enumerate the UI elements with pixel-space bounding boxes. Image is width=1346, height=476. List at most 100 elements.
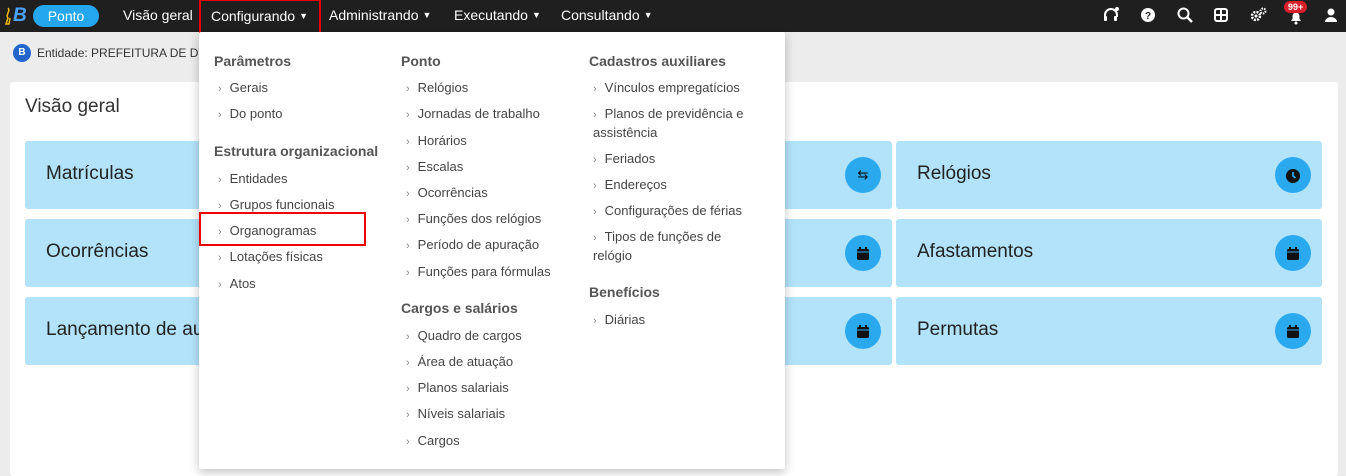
calendar-icon [845, 313, 881, 349]
menu-item-periodo-apuracao[interactable]: › Período de apuração [406, 235, 539, 256]
menu-item-label: Diárias [604, 312, 646, 327]
menu-item-horarios[interactable]: › Horários [406, 131, 467, 152]
chevron-right-icon: › [593, 154, 597, 166]
menu-item-gerais[interactable]: › Gerais [218, 78, 268, 99]
menu-item-atos[interactable]: › Atos [218, 274, 256, 295]
menu-item-label: Horários [417, 133, 467, 148]
menu-item-label: Endereços [604, 177, 667, 192]
menu-item-relogios[interactable]: › Relógios [406, 78, 468, 99]
menu-item-escalas[interactable]: › Escalas [406, 157, 463, 178]
menu-item-do-ponto[interactable]: › Do ponto [218, 104, 282, 125]
menu-item-quadro-cargos[interactable]: › Quadro de cargos [406, 326, 522, 347]
chevron-right-icon: › [593, 83, 597, 95]
menu-item-ocorrencias[interactable]: › Ocorrências [406, 183, 488, 204]
module-pill[interactable]: Ponto [33, 5, 99, 27]
chevron-down-icon: ▼ [299, 11, 308, 21]
menu-section-title: Cadastros auxiliares [589, 53, 726, 69]
clock-icon [1275, 157, 1311, 193]
grid-icon[interactable] [1212, 6, 1230, 24]
menu-item-label: Gerais [229, 80, 268, 95]
menu-item-jornadas[interactable]: › Jornadas de trabalho [406, 104, 540, 125]
menu-item-label: Planos salariais [417, 380, 509, 395]
menu-item-entidades[interactable]: › Entidades [218, 169, 288, 190]
menu-item-lotacoes-fisicas[interactable]: › Lotações físicas [218, 247, 323, 268]
nav-administrando[interactable]: Administrando ▼ [329, 0, 431, 32]
menu-section-title: Parâmetros [214, 53, 292, 69]
top-navbar: B Ponto Visão geral Configurando ▼ Admini… [0, 0, 1346, 35]
menu-item-label: Ocorrências [417, 185, 488, 200]
svg-text:?: ? [1145, 11, 1151, 22]
nav-consultando[interactable]: Consultando ▼ [561, 0, 653, 32]
menu-item-label: Vínculos empregatícios [604, 80, 740, 95]
menu-item-cargos[interactable]: › Cargos [406, 431, 460, 452]
card-title: Ocorrências [46, 241, 149, 262]
card-title: Relógios [917, 163, 991, 184]
nav-label: Visão geral [123, 7, 193, 23]
menu-item-label: Níveis salariais [417, 406, 506, 421]
menu-item-planos-salariais[interactable]: › Planos salariais [406, 378, 509, 399]
exchange-icon: ⇆ [845, 157, 881, 193]
menu-item-tipos-funcoes[interactable]: › Tipos de funções de [593, 227, 721, 248]
menu-item-tipos-funcoes-cont[interactable]: relógio [593, 246, 632, 265]
menu-item-label: Funções para fórmulas [417, 264, 551, 279]
menu-item-feriados[interactable]: › Feriados [593, 149, 655, 170]
headset-icon[interactable] [1102, 6, 1120, 24]
menu-item-label: Funções dos relógios [417, 211, 542, 226]
chevron-right-icon: › [406, 162, 410, 174]
menu-item-planos-previdencia[interactable]: › Planos de previdência e [593, 104, 743, 125]
menu-item-planos-previdencia-cont[interactable]: assistência [593, 123, 657, 142]
menu-item-niveis-salariais[interactable]: › Níveis salariais [406, 404, 505, 425]
menu-item-funcoes-relogios[interactable]: › Funções dos relógios [406, 209, 541, 230]
card-title: Matrículas [46, 163, 134, 184]
menu-item-label: assistência [593, 125, 658, 140]
menu-item-label: Escalas [417, 159, 464, 174]
card-permutas[interactable]: Permutas [896, 297, 1322, 365]
ribbon-icon [4, 7, 11, 25]
card-title: Lançamento de au [46, 319, 204, 340]
chevron-right-icon: › [406, 436, 410, 448]
menu-item-label: Área de atuação [417, 354, 514, 369]
menu-item-label: Entidades [229, 171, 288, 186]
chevron-right-icon: › [218, 174, 222, 186]
menu-item-enderecos[interactable]: › Endereços [593, 175, 667, 196]
calendar-icon [1275, 313, 1311, 349]
entity-selector[interactable]: B Entidade: PREFEITURA DE D [13, 44, 198, 62]
card-afastamentos[interactable]: Afastamentos [896, 219, 1322, 287]
menu-item-label: Grupos funcionais [229, 197, 335, 212]
nav-label: Consultando [561, 7, 640, 23]
chevron-right-icon: › [218, 226, 222, 238]
gears-icon[interactable] [1249, 6, 1267, 24]
menu-item-label: Feriados [604, 151, 656, 166]
search-icon[interactable] [1176, 6, 1194, 24]
app-logo[interactable]: B [4, 5, 32, 27]
chevron-right-icon: › [593, 180, 597, 192]
menu-item-config-ferias[interactable]: › Configurações de férias [593, 201, 742, 222]
menu-item-label: relógio [593, 248, 633, 263]
menu-section-title: Ponto [401, 53, 441, 69]
nav-label: Administrando [329, 7, 419, 23]
chevron-right-icon: › [406, 240, 410, 252]
user-icon[interactable] [1322, 6, 1340, 24]
nav-visao-geral[interactable]: Visão geral [123, 0, 193, 32]
chevron-right-icon: › [593, 109, 597, 121]
menu-item-vinculos[interactable]: › Vínculos empregatícios [593, 78, 740, 99]
calendar-icon [1275, 235, 1311, 271]
menu-item-diarias[interactable]: › Diárias [593, 310, 645, 331]
menu-item-organogramas[interactable]: › Organogramas [218, 221, 316, 242]
card-relogios[interactable]: Relógios [896, 141, 1322, 209]
nav-configurando[interactable]: Configurando ▼ [199, 0, 321, 35]
help-icon[interactable]: ? [1139, 6, 1157, 24]
card-title: Permutas [917, 319, 999, 340]
entity-text: Entidade: PREFEITURA DE D [37, 46, 199, 60]
menu-item-funcoes-formulas[interactable]: › Funções para fórmulas [406, 262, 551, 283]
card-title: Afastamentos [917, 241, 1034, 262]
nav-label: Configurando [211, 8, 296, 24]
menu-item-area-atuacao[interactable]: › Área de atuação [406, 352, 513, 373]
chevron-right-icon: › [406, 83, 410, 95]
menu-section-title: Estrutura organizacional [214, 143, 379, 159]
menu-item-label: Cargos [417, 433, 460, 448]
menu-item-label: Tipos de funções de [604, 229, 722, 244]
nav-executando[interactable]: Executando ▼ [454, 0, 541, 32]
chevron-right-icon: › [406, 136, 410, 148]
calendar-icon [845, 235, 881, 271]
